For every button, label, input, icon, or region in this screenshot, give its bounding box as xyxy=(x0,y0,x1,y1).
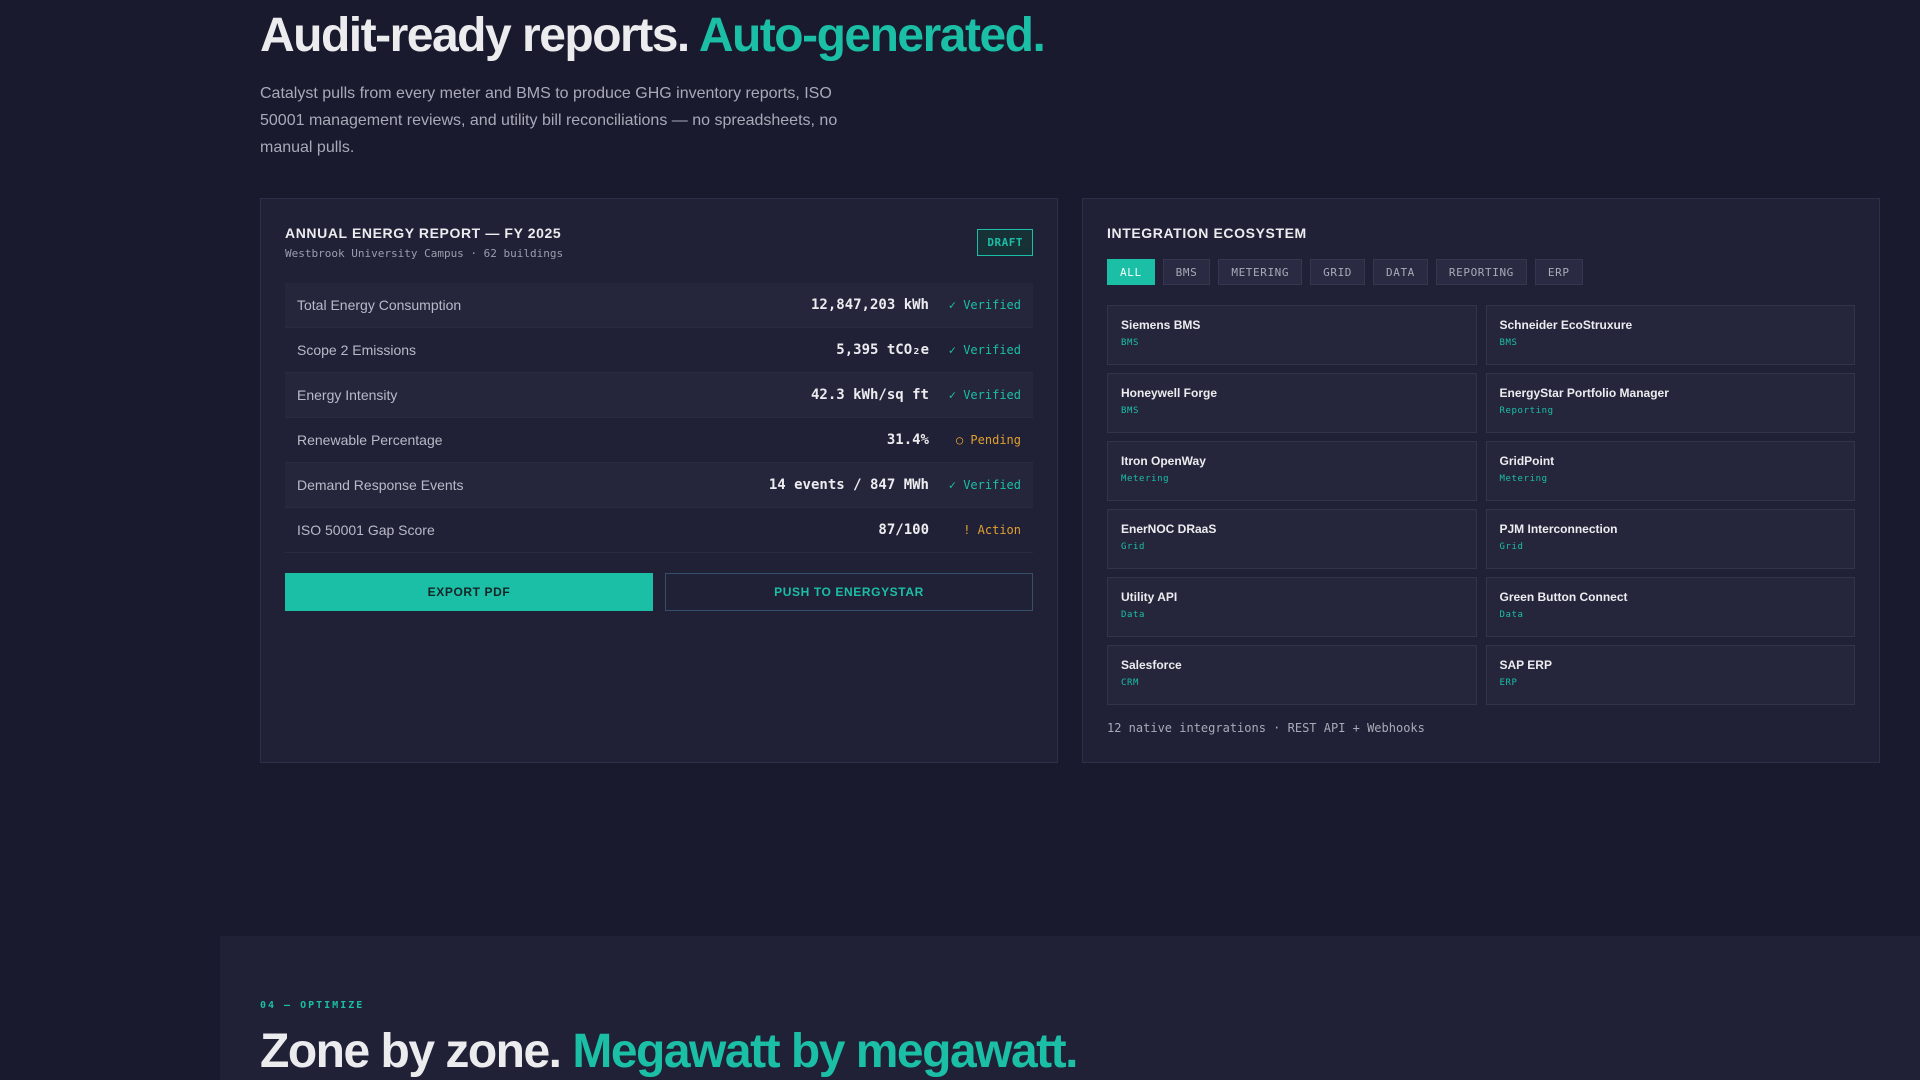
filter-erp[interactable]: ERP xyxy=(1534,259,1583,285)
integration-card-utility-api[interactable]: Utility API Data xyxy=(1107,577,1477,637)
filter-reporting[interactable]: REPORTING xyxy=(1435,259,1527,285)
integration-category: Grid xyxy=(1499,542,1524,552)
metric-status: ✓ Verified xyxy=(948,343,1021,357)
integration-card-green-button-connect[interactable]: Green Button Connect Data xyxy=(1485,577,1855,637)
integration-card-energystar-portfolio-manager[interactable]: EnergyStar Portfolio Manager Reporting xyxy=(1485,373,1855,433)
integration-name: EnerNOC DRaaS xyxy=(1121,522,1217,536)
section-eyebrow: 04 — OPTIMIZE xyxy=(260,1000,365,1011)
metric-row: Renewable Percentage 31.4% ○ Pending xyxy=(285,418,1033,463)
hero-description: Catalyst pulls from every meter and BMS … xyxy=(260,85,838,156)
filter-metering[interactable]: METERING xyxy=(1218,259,1303,285)
integration-category: BMS xyxy=(1121,338,1140,348)
integration-category: Metering xyxy=(1499,474,1548,484)
integration-ecosystem-panel: INTEGRATION ECOSYSTEM ALL BMS METERING G… xyxy=(1082,198,1880,763)
integration-name: EnergyStar Portfolio Manager xyxy=(1499,386,1669,400)
integration-name: Green Button Connect xyxy=(1499,590,1628,604)
metric-value: 14 events / 847 MWh xyxy=(768,477,929,493)
optimize-title-accent: Megawatt by megawatt. xyxy=(572,1025,1078,1078)
metric-status: ✓ Verified xyxy=(948,478,1021,492)
integration-category: Grid xyxy=(1121,542,1146,552)
metric-label: Renewable Percentage xyxy=(297,432,443,448)
integration-filters: ALL BMS METERING GRID DATA REPORTING ERP xyxy=(1107,259,1583,285)
metric-label: Total Energy Consumption xyxy=(297,297,462,313)
hero-title-main: Audit-ready reports. xyxy=(260,9,690,62)
hero-section: Audit-ready reports. Auto-generated. Cat… xyxy=(260,8,1660,161)
filter-all[interactable]: ALL xyxy=(1107,259,1155,285)
optimize-section: 04 — OPTIMIZE Zone by zone. Megawatt by … xyxy=(220,936,1920,1080)
metric-label: ISO 50001 Gap Score xyxy=(297,522,435,538)
integration-category: Data xyxy=(1121,610,1146,620)
integration-category: Metering xyxy=(1121,474,1170,484)
metric-label: Scope 2 Emissions xyxy=(297,342,417,358)
metric-row: Energy Intensity 42.3 kWh/sq ft ✓ Verifi… xyxy=(285,373,1033,418)
integration-category: CRM xyxy=(1121,678,1140,688)
integration-card-honeywell-forge[interactable]: Honeywell Forge BMS xyxy=(1107,373,1477,433)
integration-card-siemens-bms[interactable]: Siemens BMS BMS xyxy=(1107,305,1477,365)
metric-row: Total Energy Consumption 12,847,203 kWh … xyxy=(285,283,1033,328)
metric-status: ✓ Verified xyxy=(948,388,1021,402)
metric-value: 5,395 tCO₂e xyxy=(836,342,929,358)
metric-value: 31.4% xyxy=(886,432,929,448)
metric-row: ISO 50001 Gap Score 87/100 ! Action xyxy=(285,508,1033,553)
annual-report-panel: ANNUAL ENERGY REPORT — FY 2025 Westbrook… xyxy=(260,198,1058,763)
integration-category: Data xyxy=(1499,610,1524,620)
integration-card-salesforce[interactable]: Salesforce CRM xyxy=(1107,645,1477,705)
metric-row: Demand Response Events 14 events / 847 M… xyxy=(285,463,1033,508)
push-to-energystar-button[interactable]: PUSH TO ENERGYSTAR xyxy=(665,573,1033,611)
report-header: ANNUAL ENERGY REPORT — FY 2025 Westbrook… xyxy=(285,225,1033,260)
metric-status: ✓ Verified xyxy=(948,298,1021,312)
integration-name: Utility API xyxy=(1121,590,1178,604)
filter-data[interactable]: DATA xyxy=(1373,259,1428,285)
filter-grid[interactable]: GRID xyxy=(1310,259,1366,285)
integration-grid: Siemens BMS BMS Schneider EcoStruxure BM… xyxy=(1107,305,1855,705)
draft-badge: DRAFT xyxy=(977,229,1033,256)
report-subtitle: Westbrook University Campus · 62 buildin… xyxy=(285,247,564,260)
integration-card-itron-openway[interactable]: Itron OpenWay Metering xyxy=(1107,441,1477,501)
integration-name: GridPoint xyxy=(1499,454,1555,468)
integration-category: BMS xyxy=(1499,338,1518,348)
hero-title: Audit-ready reports. Auto-generated. xyxy=(260,8,1660,64)
integration-card-pjm-interconnection[interactable]: PJM Interconnection Grid xyxy=(1485,509,1855,569)
optimize-title-main: Zone by zone. xyxy=(260,1025,562,1078)
integration-name: Schneider EcoStruxure xyxy=(1499,318,1633,332)
integration-title: INTEGRATION ECOSYSTEM xyxy=(1107,225,1307,241)
integration-card-enernoc-draas[interactable]: EnerNOC DRaaS Grid xyxy=(1107,509,1477,569)
integration-name: SAP ERP xyxy=(1499,658,1552,672)
metric-status: ! Action xyxy=(963,523,1021,537)
metric-label: Demand Response Events xyxy=(297,477,464,493)
metric-row: Scope 2 Emissions 5,395 tCO₂e ✓ Verified xyxy=(285,328,1033,373)
metric-value: 12,847,203 kWh xyxy=(810,297,929,313)
report-title: ANNUAL ENERGY REPORT — FY 2025 xyxy=(285,225,562,241)
integration-card-schneider-ecostruxure[interactable]: Schneider EcoStruxure BMS xyxy=(1485,305,1855,365)
integration-card-gridpoint[interactable]: GridPoint Metering xyxy=(1485,441,1855,501)
integration-category: BMS xyxy=(1121,406,1140,416)
metric-value: 87/100 xyxy=(878,522,929,538)
integration-name: Siemens BMS xyxy=(1121,318,1201,332)
filter-bms[interactable]: BMS xyxy=(1162,259,1211,285)
report-actions: EXPORT PDF PUSH TO ENERGYSTAR xyxy=(285,573,1033,611)
integration-name: Honeywell Forge xyxy=(1121,386,1218,400)
integration-name: Itron OpenWay xyxy=(1121,454,1206,468)
report-metrics: Total Energy Consumption 12,847,203 kWh … xyxy=(285,283,1033,553)
export-pdf-button[interactable]: EXPORT PDF xyxy=(285,573,653,611)
integration-name: PJM Interconnection xyxy=(1499,522,1618,536)
hero-title-accent: Auto-generated. xyxy=(698,9,1046,62)
integration-category: ERP xyxy=(1499,678,1518,688)
integration-name: Salesforce xyxy=(1121,658,1182,672)
integration-category: Reporting xyxy=(1499,406,1554,416)
metric-value: 42.3 kWh/sq ft xyxy=(810,387,929,403)
integration-footer: 12 native integrations · REST API + Webh… xyxy=(1107,721,1425,735)
metric-label: Energy Intensity xyxy=(297,387,398,403)
metric-status: ○ Pending xyxy=(955,433,1021,447)
optimize-title: Zone by zone. Megawatt by megawatt. xyxy=(260,1024,1078,1080)
integration-card-sap-erp[interactable]: SAP ERP ERP xyxy=(1485,645,1855,705)
